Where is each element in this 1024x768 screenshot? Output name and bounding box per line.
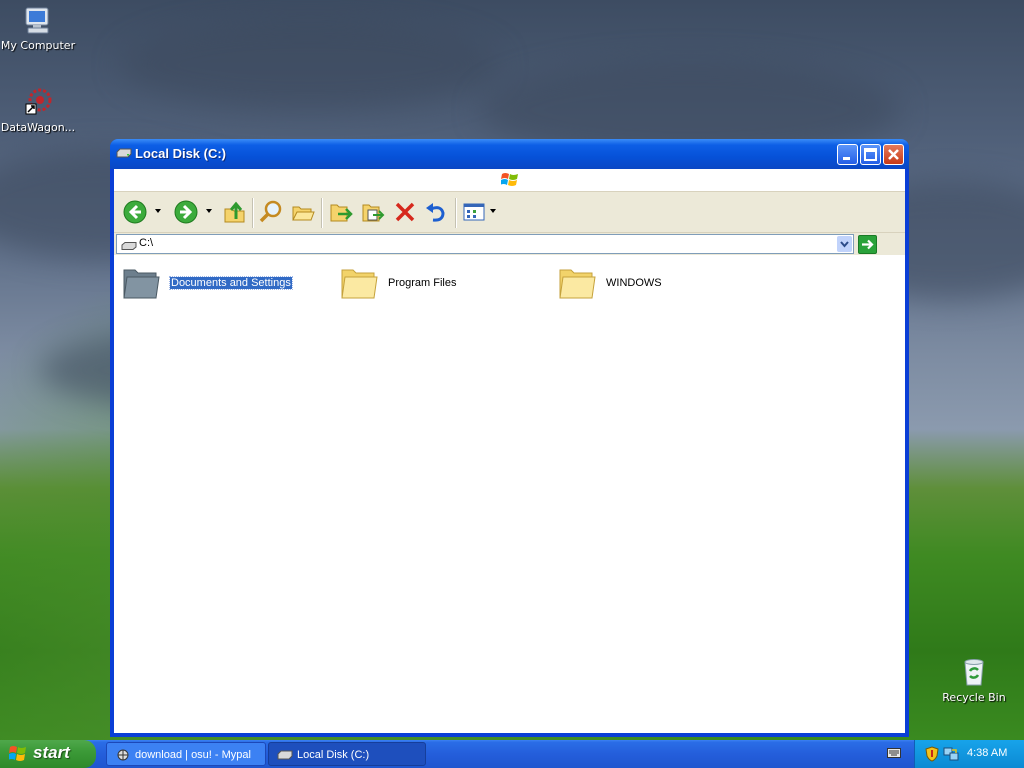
standard-toolbar: [114, 192, 905, 233]
close-button[interactable]: [883, 144, 904, 165]
window-title: Local Disk (C:): [135, 146, 227, 161]
windows-logo-icon: [8, 745, 27, 763]
folder-icon: [558, 264, 596, 302]
delete-icon[interactable]: [392, 199, 418, 225]
my-computer-icon: [22, 4, 54, 36]
drive-icon: [121, 240, 137, 250]
views-icon[interactable]: [462, 199, 488, 225]
clock[interactable]: 4:38 AM: [967, 747, 1007, 759]
window-client: C:\ Documents and Settings Program Files…: [114, 169, 905, 733]
taskbar-button-local-disk[interactable]: Local Disk (C:): [268, 742, 426, 766]
views-dropdown-arrow-icon[interactable]: [490, 209, 496, 213]
folder-view[interactable]: Documents and Settings Program Files WIN…: [114, 256, 905, 733]
toolbar-separator: [252, 198, 254, 228]
taskbar-button-label: Local Disk (C:): [297, 749, 370, 761]
folder-name: WINDOWS: [606, 277, 662, 289]
desktop-icon-my-computer[interactable]: My Computer: [0, 4, 78, 52]
address-text[interactable]: C:\: [139, 237, 153, 249]
maximize-icon: [864, 148, 877, 161]
forward-icon[interactable]: [173, 199, 199, 225]
desktop-icon-recycle-bin[interactable]: Recycle Bin: [934, 656, 1014, 704]
title-bar[interactable]: Local Disk (C:): [110, 139, 909, 169]
taskbar-button-mypal[interactable]: download | osu! - Mypal: [106, 742, 266, 766]
system-tray: 4:38 AM: [914, 740, 1024, 768]
taskbar: start download | osu! - Mypal Local Disk…: [0, 740, 1024, 768]
close-icon: [888, 149, 899, 160]
menu-bar: [114, 169, 905, 192]
search-icon[interactable]: [258, 199, 284, 225]
start-button[interactable]: start: [0, 740, 96, 768]
browser-icon: [115, 749, 131, 761]
start-label: start: [33, 743, 70, 762]
recycle-bin-icon: [958, 656, 990, 688]
toolbar-separator: [321, 198, 323, 228]
desktop-icon-datawagon[interactable]: DataWagon...: [0, 86, 78, 134]
windows-logo-icon: [500, 172, 519, 188]
folder-icon: [122, 264, 160, 302]
folders-icon[interactable]: [290, 199, 316, 225]
keyboard-icon[interactable]: [887, 748, 901, 758]
address-dropdown-button[interactable]: [837, 236, 852, 252]
copy-to-icon[interactable]: [360, 199, 386, 225]
address-field[interactable]: C:\: [116, 234, 854, 254]
drive-icon: [277, 749, 293, 761]
address-bar: C:\: [114, 233, 905, 255]
go-button[interactable]: [858, 235, 877, 254]
back-icon[interactable]: [122, 199, 148, 225]
drive-icon: [116, 148, 132, 158]
forward-dropdown-arrow-icon[interactable]: [206, 209, 212, 213]
back-dropdown-arrow-icon[interactable]: [155, 209, 161, 213]
explorer-window: Local Disk (C:) C:\ Documents and Settin…: [110, 139, 909, 737]
maximize-button[interactable]: [860, 144, 881, 165]
minimize-icon: [843, 157, 850, 160]
up-folder-icon[interactable]: [222, 199, 248, 225]
desktop-icon-label: My Computer: [0, 39, 76, 52]
folder-icon: [340, 264, 378, 302]
go-arrow-icon: [862, 239, 874, 250]
minimize-button[interactable]: [837, 144, 858, 165]
move-to-icon[interactable]: [328, 199, 354, 225]
undo-icon[interactable]: [423, 199, 449, 225]
taskbar-button-label: download | osu! - Mypal: [135, 749, 251, 761]
folder-name: Program Files: [388, 277, 457, 289]
chevron-down-icon: [840, 241, 849, 248]
toolbar-separator: [455, 198, 457, 228]
desktop-icon-label: Recycle Bin: [942, 691, 1006, 704]
datawagon-shortcut-icon: [22, 86, 54, 118]
desktop-icon-label: DataWagon...: [0, 121, 76, 134]
folder-name: Documents and Settings: [169, 276, 293, 290]
network-icon[interactable]: [943, 746, 959, 762]
security-shield-icon[interactable]: [925, 746, 939, 762]
